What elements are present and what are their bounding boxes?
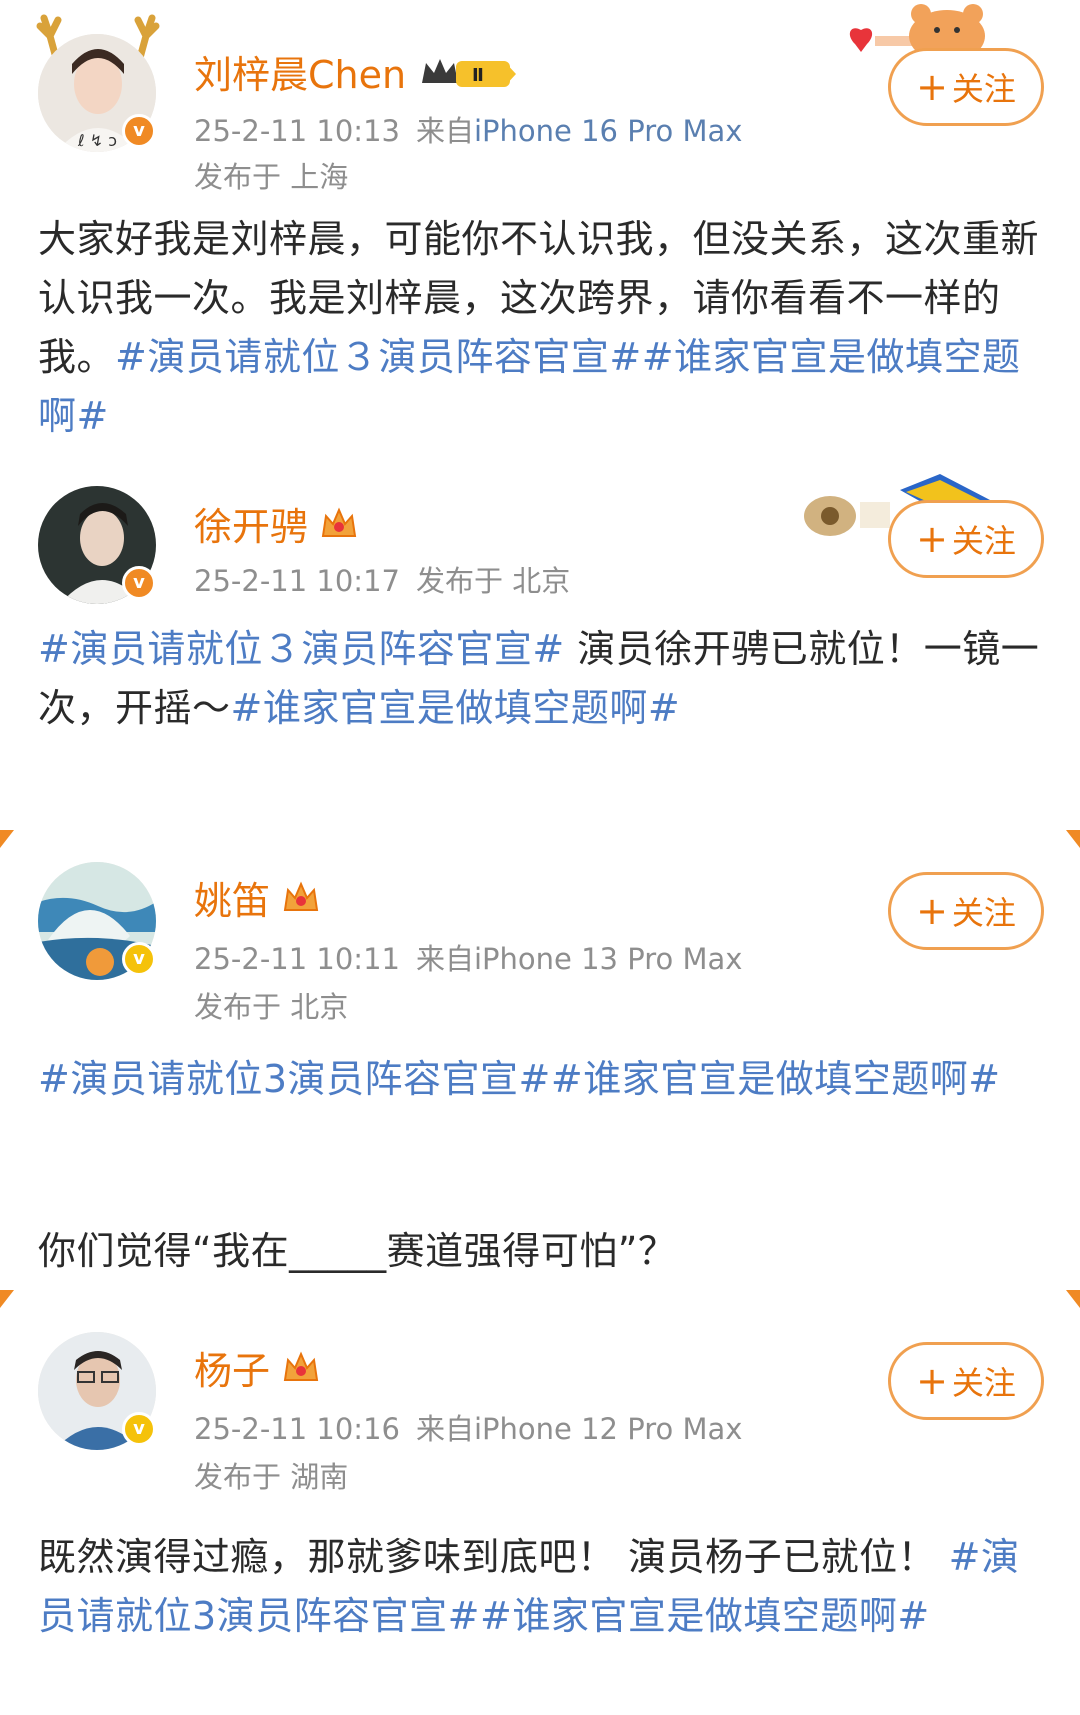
plus-icon: + [916,517,948,561]
post-meta: 25-2-11 10:11 来自iPhone 13 Pro Max [194,936,742,978]
device-name: iPhone 13 Pro Max [474,942,743,976]
avatar[interactable]: v [38,862,156,980]
hashtag-link[interactable]: #演员请就位３演员阵容官宣# [115,335,642,379]
user-name[interactable]: 杨子 [194,1340,270,1395]
post-time: 25-2-11 10:11 [194,942,400,976]
device-name: iPhone 12 Pro Max [474,1412,743,1446]
follow-label: 关注 [951,894,1016,932]
hashtag-link[interactable]: #演员请就位３演员阵容官宣# [38,627,565,671]
post-time: 25-2-11 10:17 [194,564,400,598]
post-body: #演员请就位３演员阵容官宣# 演员徐开骋已就位！一镜一次，开摇～#谁家官宣是做填… [38,620,1040,738]
user-name-row: 刘梓晨Chen Ⅱ [194,44,518,99]
svg-text:Ⅱ: Ⅱ [472,65,484,86]
plus-icon: + [916,65,948,109]
follow-button[interactable]: + 关注 [888,1342,1044,1420]
follow-button[interactable]: + 关注 [888,872,1044,950]
hashtag-link[interactable]: #演员请就位3演员阵容官宣##谁家官宣是做填空题啊# [38,1057,1001,1101]
post-yaodi: v 姚笛 25-2-11 10:11 来自iPhone 13 Pro Max 发布… [0,850,1080,1300]
crown-icon [283,1350,319,1381]
svg-text:ℓ ↯ ↄ: ℓ ↯ ↄ [77,131,117,150]
follow-button[interactable]: + 关注 [888,48,1044,126]
post-location: 发布于 北京 [415,564,571,598]
source-prefix: 来自 [415,1412,474,1446]
user-name[interactable]: 刘梓晨Chen [194,44,406,99]
avatar[interactable]: ℓ ↯ ↄ v [38,34,156,152]
source-prefix: 来自 [415,942,474,976]
hashtag-link[interactable]: #谁家官宣是做填空题啊# [231,686,681,730]
follow-label: 关注 [951,70,1016,108]
post-location: 发布于 湖南 [194,1460,349,1494]
user-name[interactable]: 徐开骋 [194,496,308,551]
verified-v-icon: v [122,1412,156,1446]
source-prefix: 来自 [415,114,474,148]
post-meta: 25-2-11 10:17 发布于 北京 [194,558,570,600]
follow-button[interactable]: + 关注 [888,500,1044,578]
post-liuzichen: ℓ ↯ ↄ v 刘梓晨Chen Ⅱ 25-2-11 10:13 来自iPhone … [0,0,1080,470]
user-name-row: 姚笛 [194,870,320,925]
post-meta: 25-2-11 10:13 来自iPhone 16 Pro Max [194,108,742,150]
divider-corner-icon [1066,1290,1080,1308]
vip-level-badge-icon: Ⅱ [422,58,517,87]
weibo-feed: ℓ ↯ ↄ v 刘梓晨Chen Ⅱ 25-2-11 10:13 来自iPhone … [0,0,1080,1715]
post-body: 大家好我是刘梓晨，可能你不认识我，但没关系，这次重新认识我一次。我是刘梓晨，这次… [38,210,1040,446]
verified-v-icon: v [122,566,156,600]
user-name-row: 徐开骋 [194,496,358,551]
device-name: iPhone 16 Pro Max [474,114,743,148]
plus-icon: + [916,889,948,933]
post-location: 发布于 上海 [194,160,349,194]
divider-corner-icon [0,1290,14,1308]
divider-corner-icon [0,830,14,848]
user-name[interactable]: 姚笛 [194,870,270,925]
avatar[interactable]: v [38,486,156,604]
post-yangzi: v 杨子 25-2-11 10:16 来自iPhone 12 Pro Max 发布… [0,1310,1080,1715]
post-xukaicheng: v 徐开骋 25-2-11 10:17 发布于 北京 + 关注 #演员请就位３演员阵… [0,470,1080,810]
divider-corner-icon [1066,830,1080,848]
crown-icon [321,506,357,537]
post-text: 既然演得过瘾，那就爹味到底吧！ 演员杨子已就位！ [38,1535,949,1579]
verified-v-icon: v [122,114,156,148]
post-meta: 25-2-11 10:16 来自iPhone 12 Pro Max [194,1406,742,1448]
verified-v-icon: v [122,942,156,976]
follow-label: 关注 [951,1364,1016,1402]
follow-label: 关注 [951,522,1016,560]
post-time: 25-2-11 10:16 [194,1412,400,1446]
avatar[interactable]: v [38,1332,156,1450]
post-location: 发布于 北京 [194,990,349,1024]
post-hashtags: #演员请就位3演员阵容官宣##谁家官宣是做填空题啊# [38,1050,1040,1109]
user-name-row: 杨子 [194,1340,320,1395]
post-text: 你们觉得“我在_____赛道强得可怕”？ [38,1229,677,1273]
post-body: 既然演得过瘾，那就爹味到底吧！ 演员杨子已就位！ #演员请就位3演员阵容官宣##… [38,1528,1040,1646]
post-time: 25-2-11 10:13 [194,114,400,148]
plus-icon: + [916,1359,948,1403]
crown-icon [283,880,319,911]
